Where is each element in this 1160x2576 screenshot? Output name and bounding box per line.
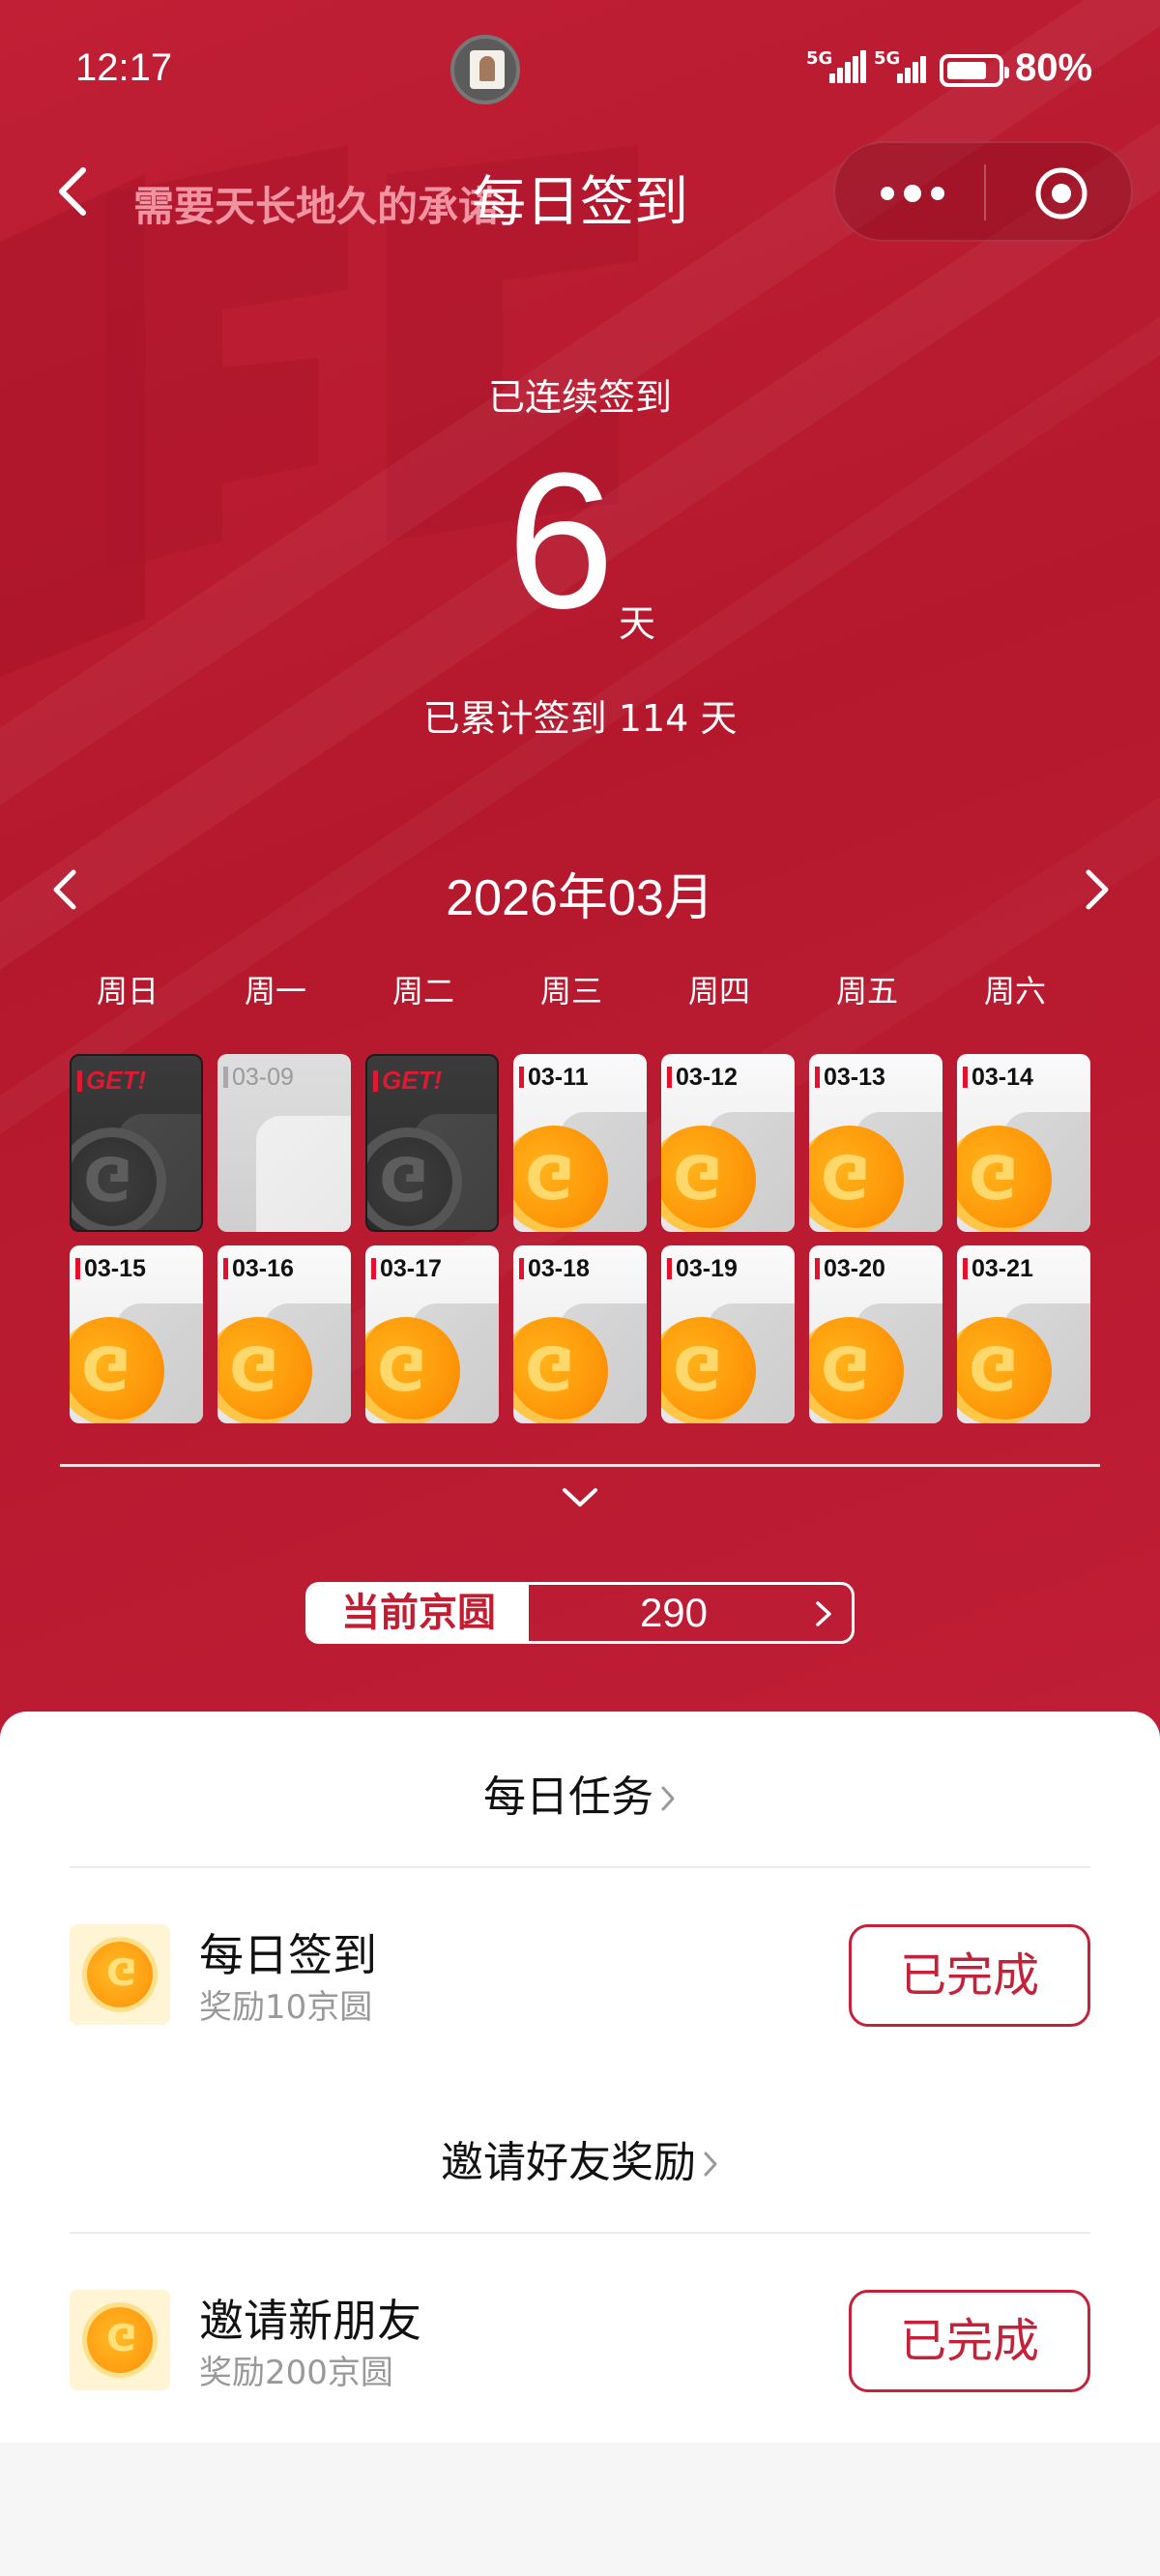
calendar-day-card[interactable]: 03-13	[809, 1054, 942, 1232]
signal-icon: 5G	[806, 48, 866, 83]
calendar-day-card[interactable]: GET!	[70, 1054, 203, 1232]
next-month-icon[interactable]	[1081, 866, 1114, 913]
checkin-hero: 12:17 5G 5G 80% 需要天长地久的承诺 每日签到 已连续签到 6 天…	[0, 0, 1160, 1741]
calendar-day-card[interactable]: 03-12	[661, 1054, 795, 1232]
weekday-label: 周四	[687, 973, 750, 1010]
calendar-day-label: 03-16	[223, 1255, 294, 1283]
calendar-day-label: 03-12	[667, 1064, 738, 1092]
invite-rewards-link[interactable]: 邀请好友奖励	[0, 2127, 1160, 2189]
calendar-day-card[interactable]: 03-20	[809, 1245, 942, 1423]
weekday-label: 周五	[835, 973, 898, 1010]
daily-tasks-title: 每日任务	[483, 1772, 653, 1822]
streak-days: 6	[507, 433, 615, 649]
task-title: 每日签到	[199, 1929, 377, 1981]
chevron-right-icon	[704, 2152, 717, 2177]
calendar-day-label: 03-13	[815, 1064, 885, 1092]
calendar-day-label: 03-11	[519, 1064, 589, 1092]
calendar-day-card[interactable]: 03-17	[365, 1245, 499, 1423]
chevron-right-icon	[816, 1601, 831, 1626]
total-checkins: 已累计签到 114 天	[422, 697, 738, 740]
task-reward: 奖励200京圆	[199, 2354, 393, 2392]
status-bar: 12:17 5G 5G 80%	[0, 0, 1160, 135]
jd-coin-icon	[70, 2290, 170, 2390]
task-sheet: 每日任务 每日签到 奖励10京圆 已完成 邀请好友奖励 邀请新朋友 奖励200京…	[0, 1712, 1160, 2443]
task-title: 邀请新朋友	[199, 2295, 421, 2347]
jd-coin-icon	[70, 1924, 170, 2025]
calendar-day-label: 03-20	[815, 1255, 885, 1283]
calendar-day-label: 03-14	[963, 1064, 1033, 1092]
calendar-day-card[interactable]: 03-21	[957, 1245, 1090, 1423]
battery-percent: 80%	[1015, 46, 1093, 89]
task-done-button[interactable]: 已完成	[849, 1924, 1090, 2027]
notification-avatar-icon	[450, 35, 520, 104]
calendar-day-card[interactable]: 03-11	[513, 1054, 647, 1232]
calendar-day-card[interactable]: 03-19	[661, 1245, 795, 1423]
weekday-label: 周三	[539, 973, 602, 1010]
calendar-day-label: 03-17	[371, 1255, 442, 1283]
calendar-day-card[interactable]: 03-14	[957, 1054, 1090, 1232]
close-miniprogram-icon[interactable]	[1032, 164, 1090, 222]
signal-icon-2: 5G	[874, 48, 932, 83]
streak-unit: 天	[619, 602, 656, 645]
chevron-right-icon	[661, 1786, 675, 1811]
calendar-day-label: GET!	[373, 1066, 442, 1096]
weekday-label: 周六	[983, 973, 1046, 1010]
jd-coin-value: 290	[639, 1590, 709, 1635]
calendar-divider	[60, 1464, 1100, 1467]
calendar-day-label: 03-18	[519, 1255, 590, 1283]
weekday-header: 周日 周一 周二 周三 周四 周五 周六	[60, 967, 1112, 1015]
calendar-day-label: 03-15	[75, 1255, 146, 1283]
status-time: 12:17	[75, 46, 173, 89]
daily-tasks-link[interactable]: 每日任务	[0, 1762, 1160, 1824]
calendar-day-card[interactable]: 03-16	[218, 1245, 351, 1423]
calendar-day-card[interactable]: 03-15	[70, 1245, 203, 1423]
calendar-day-card[interactable]: 03-09	[218, 1054, 351, 1232]
calendar-day-label: 03-19	[667, 1255, 738, 1283]
calendar-day-label: GET!	[77, 1066, 146, 1096]
jd-coin-label: 当前京圆	[308, 1585, 529, 1641]
invite-done-button[interactable]: 已完成	[849, 2290, 1090, 2392]
weekday-label: 周日	[96, 973, 159, 1010]
divider	[70, 2232, 1090, 2234]
calendar-day-label: 03-09	[223, 1064, 294, 1092]
task-reward: 奖励10京圆	[199, 1988, 373, 2027]
weekday-label: 周二	[392, 973, 454, 1010]
calendar-day-card[interactable]: GET!	[365, 1054, 499, 1232]
jd-coin-balance[interactable]: 当前京圆 290	[305, 1582, 855, 1644]
battery-icon	[940, 54, 1009, 87]
streak-label: 已连续签到	[487, 376, 672, 419]
divider	[70, 1866, 1090, 1868]
calendar-day-card[interactable]: 03-18	[513, 1245, 647, 1423]
month-label: 2026年03月	[446, 870, 714, 926]
weekday-label: 周一	[244, 973, 306, 1010]
miniprogram-capsule	[833, 141, 1133, 242]
more-icon[interactable]	[874, 176, 951, 211]
invite-rewards-title: 邀请好友奖励	[441, 2138, 696, 2187]
calendar-day-label: 03-21	[963, 1255, 1033, 1283]
expand-calendar-icon[interactable]	[561, 1485, 599, 1510]
